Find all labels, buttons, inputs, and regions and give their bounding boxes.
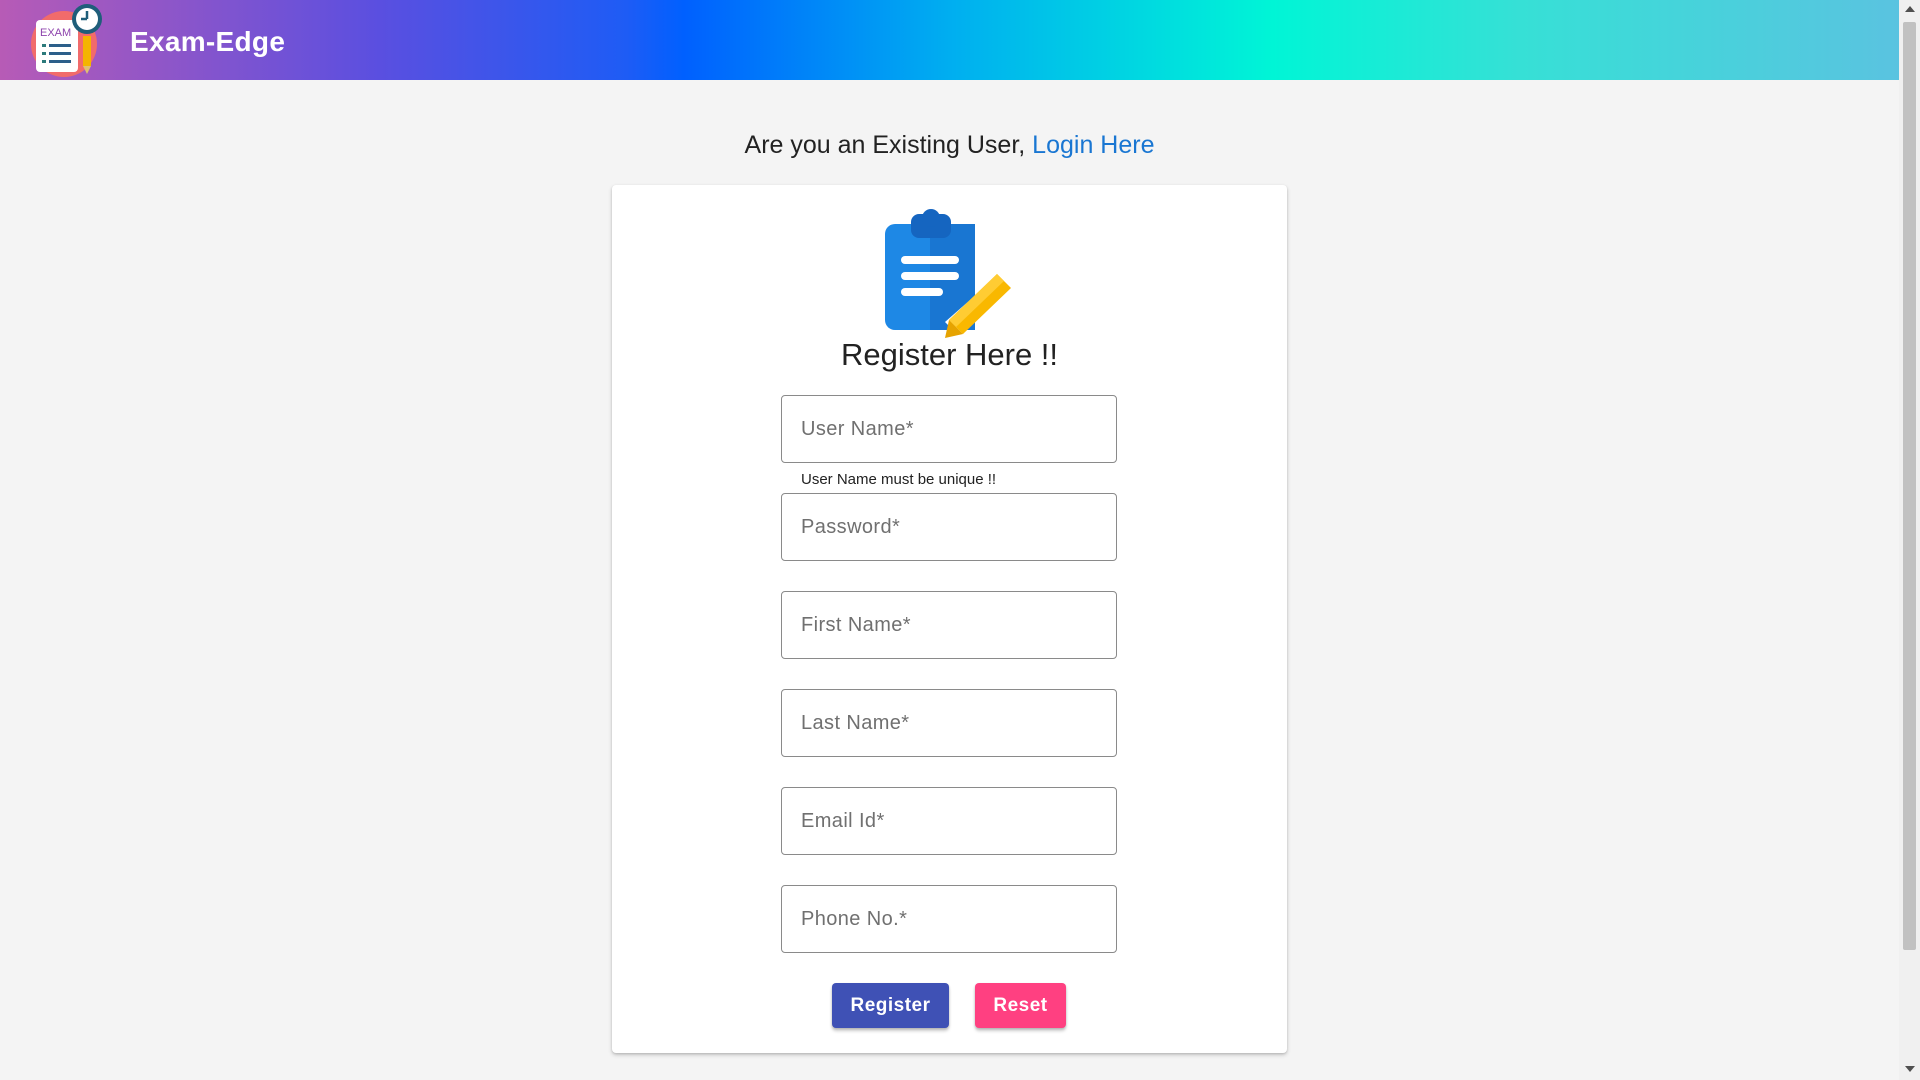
form-title: Register Here !! — [840, 337, 1059, 372]
page-scrollbar[interactable] — [1899, 0, 1920, 1080]
scroll-down-icon[interactable] — [1905, 1066, 1915, 1072]
scrollbar-thumb[interactable] — [1903, 22, 1916, 950]
email-input[interactable] — [782, 788, 1116, 854]
password-input[interactable] — [782, 494, 1116, 560]
existing-user-text: Are you an Existing User, — [744, 131, 1026, 159]
scroll-up-icon[interactable] — [1905, 6, 1915, 12]
reset-button[interactable]: Reset — [975, 983, 1066, 1028]
exam-logo-icon[interactable]: EXAM — [30, 2, 106, 78]
username-field[interactable] — [781, 395, 1117, 463]
phone-field[interactable] — [781, 885, 1117, 953]
existing-user-prompt: Are you an Existing User, Login Here — [0, 131, 1899, 160]
username-hint: User Name must be unique !! — [801, 471, 997, 488]
password-field[interactable] — [781, 493, 1117, 561]
brand-name[interactable]: Exam-Edge — [130, 26, 285, 58]
top-navbar: EXAM Exam-Edge — [0, 0, 1899, 80]
email-field[interactable] — [781, 787, 1117, 855]
login-link[interactable]: Login Here — [1032, 131, 1154, 159]
register-card: Register Here !! User Name must be uniqu… — [612, 185, 1287, 1053]
firstname-field[interactable] — [781, 591, 1117, 659]
username-input[interactable] — [782, 396, 1116, 462]
firstname-input[interactable] — [782, 592, 1116, 658]
svg-text:EXAM: EXAM — [40, 27, 71, 39]
clipboard-pencil-icon — [885, 209, 1011, 338]
lastname-field[interactable] — [781, 689, 1117, 757]
lastname-input[interactable] — [782, 690, 1116, 756]
register-button[interactable]: Register — [832, 983, 949, 1028]
phone-input[interactable] — [782, 886, 1116, 952]
